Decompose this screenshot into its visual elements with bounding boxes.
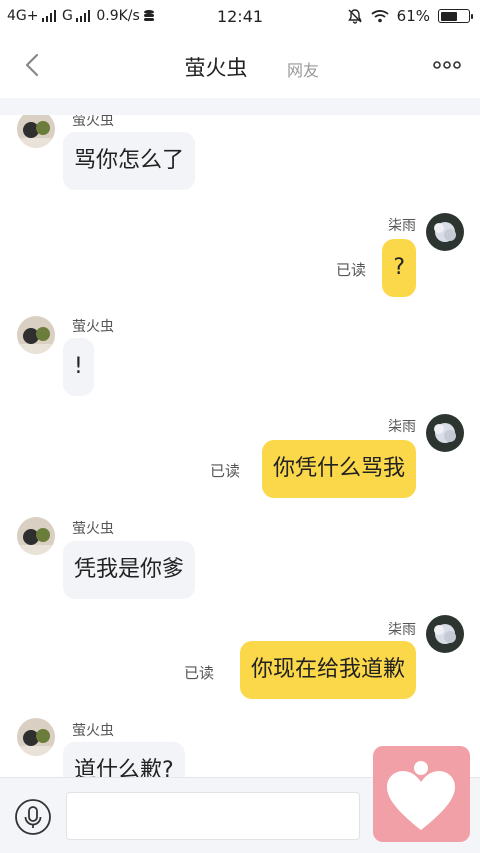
wifi-icon [371,10,389,23]
message-bubble[interactable]: 你凭什么骂我 [261,440,416,498]
avatar-firefly[interactable] [17,115,55,148]
sender-name: 柒雨 [388,218,416,234]
heart-button[interactable] [373,746,470,842]
status-right: 61% [347,7,473,25]
message-bubble[interactable]: ! [63,338,94,396]
chat-header: 萤火虫 网友 [0,34,480,98]
more-icon[interactable] [432,60,462,70]
heart-icon [387,761,455,830]
sender-name: 萤火虫 [72,115,114,129]
page-title: 萤火虫 [184,56,248,80]
message-bubble[interactable]: 道什么歉? [63,742,185,777]
battery-fill [440,11,457,21]
battery-icon [438,9,473,23]
sender-name: 柒雨 [388,622,416,638]
header-divider [0,98,480,115]
read-receipt: 已读 [335,261,366,279]
sender-name: 柒雨 [388,419,416,435]
avatar-firefly[interactable] [17,517,55,555]
sender-name: 萤火虫 [72,521,114,537]
avatar-firefly[interactable] [17,316,55,354]
message-bubble[interactable]: 你现在给我道歉 [239,641,416,699]
message-bubble[interactable]: 骂你怎么了 [63,132,196,190]
message-bubble[interactable]: ? [382,239,416,297]
message-list: 萤火虫 骂你怎么了 柒雨 已读 ? 萤火虫 ! 柒雨 已读 你凭什么骂我 萤火虫… [0,115,480,777]
sender-name: 萤火虫 [72,723,114,739]
avatar-qiyu[interactable] [426,213,464,251]
message-input[interactable] [66,792,360,840]
battery-percent: 61% [396,7,430,25]
avatar-qiyu[interactable] [426,615,464,653]
title-wrap: 萤火虫 [0,52,480,82]
sender-name: 萤火虫 [72,319,114,335]
avatar-qiyu[interactable] [426,414,464,452]
read-receipt: 已读 [209,462,240,480]
relationship-tag: 网友 [287,61,320,80]
mute-bell-icon [347,9,362,24]
status-bar: 4G+ G 0.9K/s 12:41 61% [0,0,480,34]
read-receipt: 已读 [183,664,214,682]
microphone-icon[interactable] [14,798,52,836]
message-bubble[interactable]: 凭我是你爹 [63,541,196,599]
avatar-firefly[interactable] [17,718,55,756]
